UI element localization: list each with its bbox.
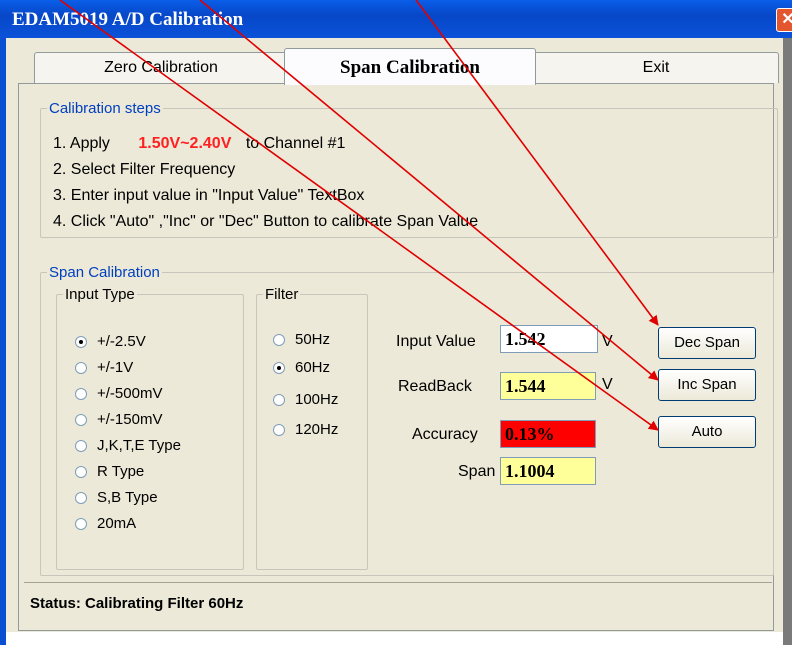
span-calibration-legend: Span Calibration: [49, 264, 160, 281]
filter-label: 50Hz: [295, 331, 331, 348]
input-type-option[interactable]: R Type: [75, 463, 144, 480]
window-left-border: [0, 38, 6, 645]
radio-icon[interactable]: [273, 423, 285, 436]
filter-group: Filter 50Hz 60Hz 100Hz 120Hz: [256, 286, 368, 570]
filter-label: 60Hz: [295, 359, 331, 376]
span-label: Span: [458, 463, 496, 480]
radio-selected-icon[interactable]: [273, 361, 285, 374]
step-4: 4. Click "Auto" ,"Inc" or "Dec" Button t…: [53, 213, 479, 230]
readback-field: 1.544: [500, 372, 596, 400]
span-field: 1.1004: [500, 457, 596, 485]
radio-icon[interactable]: [75, 361, 87, 374]
input-type-legend: Input Type: [65, 286, 135, 303]
step-1-suffix: to Channel #1: [245, 135, 346, 152]
input-type-label: R Type: [97, 463, 145, 480]
filter-label: 100Hz: [295, 391, 339, 408]
input-type-option[interactable]: 20mA: [75, 515, 136, 532]
input-value-label: Input Value: [396, 333, 476, 350]
readback-label: ReadBack: [398, 378, 472, 395]
input-type-option[interactable]: +/-1V: [75, 359, 133, 376]
inc-span-button[interactable]: Inc Span: [658, 369, 756, 401]
radio-icon[interactable]: [75, 413, 87, 426]
input-type-option[interactable]: J,K,T,E Type: [75, 437, 181, 454]
window-title: EDAM5019 A/D Calibration: [12, 9, 244, 30]
radio-icon[interactable]: [75, 517, 87, 530]
input-type-label: 20mA: [97, 515, 137, 532]
title-bar[interactable]: EDAM5019 A/D Calibration ✕: [0, 0, 792, 38]
window-bottom-edge: [6, 632, 783, 645]
input-type-label: S,B Type: [97, 489, 158, 506]
input-type-option[interactable]: +/-500mV: [75, 385, 162, 402]
accuracy-field: 0.13%: [500, 420, 596, 448]
radio-icon[interactable]: [273, 333, 285, 346]
step-1: 1. Apply 1.50V~2.40V to Channel #1: [53, 135, 345, 153]
status-text: Status: Calibrating Filter 60Hz: [30, 595, 244, 612]
input-type-label: +/-500mV: [97, 385, 163, 402]
filter-label: 120Hz: [295, 421, 339, 438]
step-1-range: 1.50V~2.40V: [138, 135, 232, 152]
calibration-steps-legend: Calibration steps: [49, 100, 161, 117]
radio-selected-icon[interactable]: [75, 335, 87, 348]
filter-option[interactable]: 60Hz: [273, 359, 330, 376]
step-2: 2. Select Filter Frequency: [53, 161, 236, 178]
input-type-label: +/-2.5V: [97, 333, 146, 350]
tab-exit[interactable]: Exit: [533, 52, 779, 83]
accuracy-label: Accuracy: [412, 426, 478, 443]
input-type-option[interactable]: +/-150mV: [75, 411, 162, 428]
input-type-label: J,K,T,E Type: [97, 437, 181, 454]
step-1-prefix: 1. Apply: [53, 135, 110, 152]
tab-span-calibration[interactable]: Span Calibration: [284, 48, 536, 85]
calibration-window: EDAM5019 A/D Calibration ✕ Zero Calibrat…: [0, 0, 792, 645]
radio-icon[interactable]: [75, 465, 87, 478]
filter-legend: Filter: [265, 286, 299, 303]
calibration-steps-group: Calibration steps 1. Apply 1.50V~2.40V t…: [40, 100, 778, 238]
auto-button[interactable]: Auto: [658, 416, 756, 448]
input-value-unit: V: [602, 333, 613, 350]
tab-zero-calibration[interactable]: Zero Calibration: [34, 52, 288, 83]
readback-unit: V: [602, 376, 613, 393]
radio-icon[interactable]: [75, 491, 87, 504]
close-icon[interactable]: ✕: [776, 8, 792, 32]
input-type-label: +/-150mV: [97, 411, 163, 428]
filter-option[interactable]: 120Hz: [273, 421, 338, 438]
dec-span-button[interactable]: Dec Span: [658, 327, 756, 359]
window-right-edge: [783, 38, 792, 645]
radio-icon[interactable]: [75, 439, 87, 452]
radio-icon[interactable]: [273, 393, 285, 406]
radio-icon[interactable]: [75, 387, 87, 400]
status-bar: Status: Calibrating Filter 60Hz: [24, 582, 772, 619]
filter-option[interactable]: 50Hz: [273, 331, 330, 348]
input-value-field[interactable]: 1.542: [500, 325, 598, 353]
input-type-label: +/-1V: [97, 359, 134, 376]
input-type-option[interactable]: +/-2.5V: [75, 333, 146, 350]
filter-option[interactable]: 100Hz: [273, 391, 338, 408]
input-type-option[interactable]: S,B Type: [75, 489, 158, 506]
step-3: 3. Enter input value in "Input Value" Te…: [53, 187, 365, 204]
input-type-group: Input Type +/-2.5V +/-1V +/-500mV +/-150…: [56, 286, 244, 570]
